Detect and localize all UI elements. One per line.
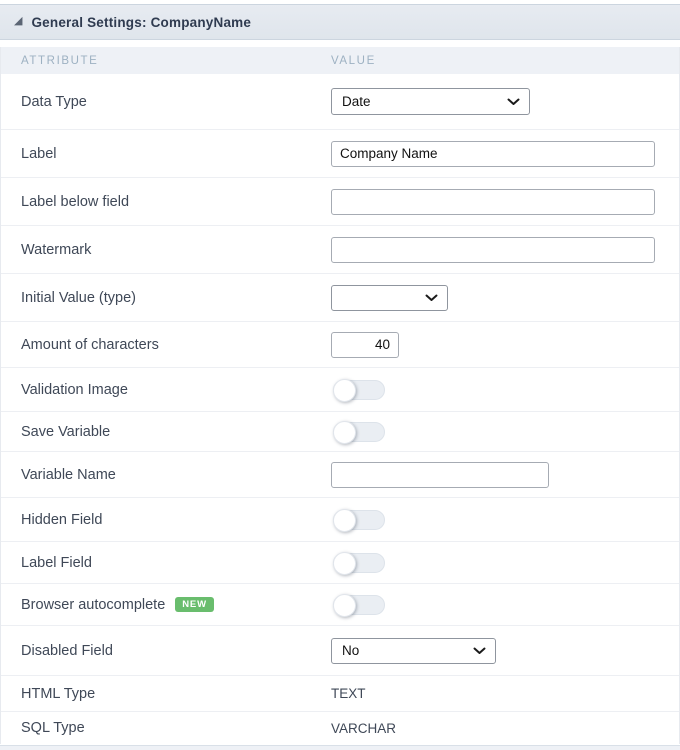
field-label: Amount of characters (21, 336, 159, 353)
settings-table: ATTRIBUTE VALUE Data Type Date Label Lab… (0, 47, 680, 744)
data-type-select[interactable]: Date (331, 88, 530, 115)
field-label: Label below field (21, 193, 130, 210)
collapse-icon[interactable]: ◢ (14, 15, 22, 27)
field-label: HTML Type (21, 685, 96, 702)
browser-autocomplete-toggle[interactable] (333, 593, 385, 617)
row-label-below-field: Label below field (1, 178, 679, 226)
row-label: Label (1, 130, 679, 178)
field-label: Label Field (21, 554, 92, 571)
row-data-type: Data Type Date (1, 74, 679, 130)
row-sql-type: SQL Type VARCHAR (1, 712, 679, 744)
row-browser-autocomplete: Browser autocomplete NEW (1, 584, 679, 626)
row-watermark: Watermark (1, 226, 679, 274)
chevron-down-icon (473, 647, 486, 654)
toggle-knob (333, 593, 356, 617)
section-header[interactable]: ◢ General Settings: CompanyName (0, 4, 680, 40)
toggle-knob (333, 420, 356, 444)
section-title: General Settings: CompanyName (31, 14, 252, 30)
field-label: Variable Name (21, 466, 116, 483)
sql-type-value: VARCHAR (331, 720, 397, 736)
label-field-toggle[interactable] (333, 551, 385, 575)
chevron-down-icon (425, 294, 438, 301)
row-initial-value-type: Initial Value (type) (1, 274, 679, 322)
value-column-header: VALUE (331, 54, 376, 67)
field-label: Initial Value (type) (21, 289, 136, 306)
row-label-field: Label Field (1, 542, 679, 584)
field-label: Label (21, 145, 57, 162)
row-amount-of-characters: Amount of characters (1, 322, 679, 368)
row-html-type: HTML Type TEXT (1, 676, 679, 712)
spacer (0, 40, 680, 47)
toggle-knob (333, 378, 356, 402)
field-label: Data Type (21, 93, 87, 110)
selected-option: Date (342, 94, 371, 109)
label-below-field-input[interactable] (331, 188, 655, 215)
selected-option: No (342, 643, 360, 658)
field-label: SQL Type (21, 720, 85, 736)
save-variable-toggle[interactable] (333, 420, 385, 444)
next-section-header-partial[interactable] (0, 745, 680, 750)
amount-of-characters-input[interactable] (331, 331, 399, 358)
row-validation-image: Validation Image (1, 368, 679, 412)
attribute-column-header: ATTRIBUTE (21, 54, 99, 67)
field-label: Save Variable (21, 423, 111, 440)
field-label: Watermark (21, 241, 92, 258)
general-settings-panel: ◢ General Settings: CompanyName ATTRIBUT… (0, 0, 680, 750)
chevron-down-icon (507, 98, 520, 105)
validation-image-toggle[interactable] (333, 378, 385, 402)
watermark-input[interactable] (331, 236, 655, 263)
table-header-row: ATTRIBUTE VALUE (1, 47, 679, 74)
row-disabled-field: Disabled Field No (1, 626, 679, 676)
field-label: Hidden Field (21, 511, 103, 528)
toggle-knob (333, 551, 356, 575)
label-input[interactable] (331, 140, 655, 167)
new-badge: NEW (175, 597, 214, 612)
initial-value-type-select[interactable] (331, 284, 448, 311)
row-hidden-field: Hidden Field (1, 498, 679, 542)
disabled-field-select[interactable]: No (331, 637, 496, 664)
row-save-variable: Save Variable (1, 412, 679, 452)
field-label: Disabled Field (21, 642, 113, 659)
field-label: Validation Image (21, 381, 128, 398)
html-type-value: TEXT (331, 686, 366, 701)
row-variable-name: Variable Name (1, 452, 679, 498)
field-label: Browser autocomplete (21, 596, 166, 613)
hidden-field-toggle[interactable] (333, 508, 385, 532)
toggle-knob (333, 508, 356, 532)
variable-name-input[interactable] (331, 461, 549, 488)
